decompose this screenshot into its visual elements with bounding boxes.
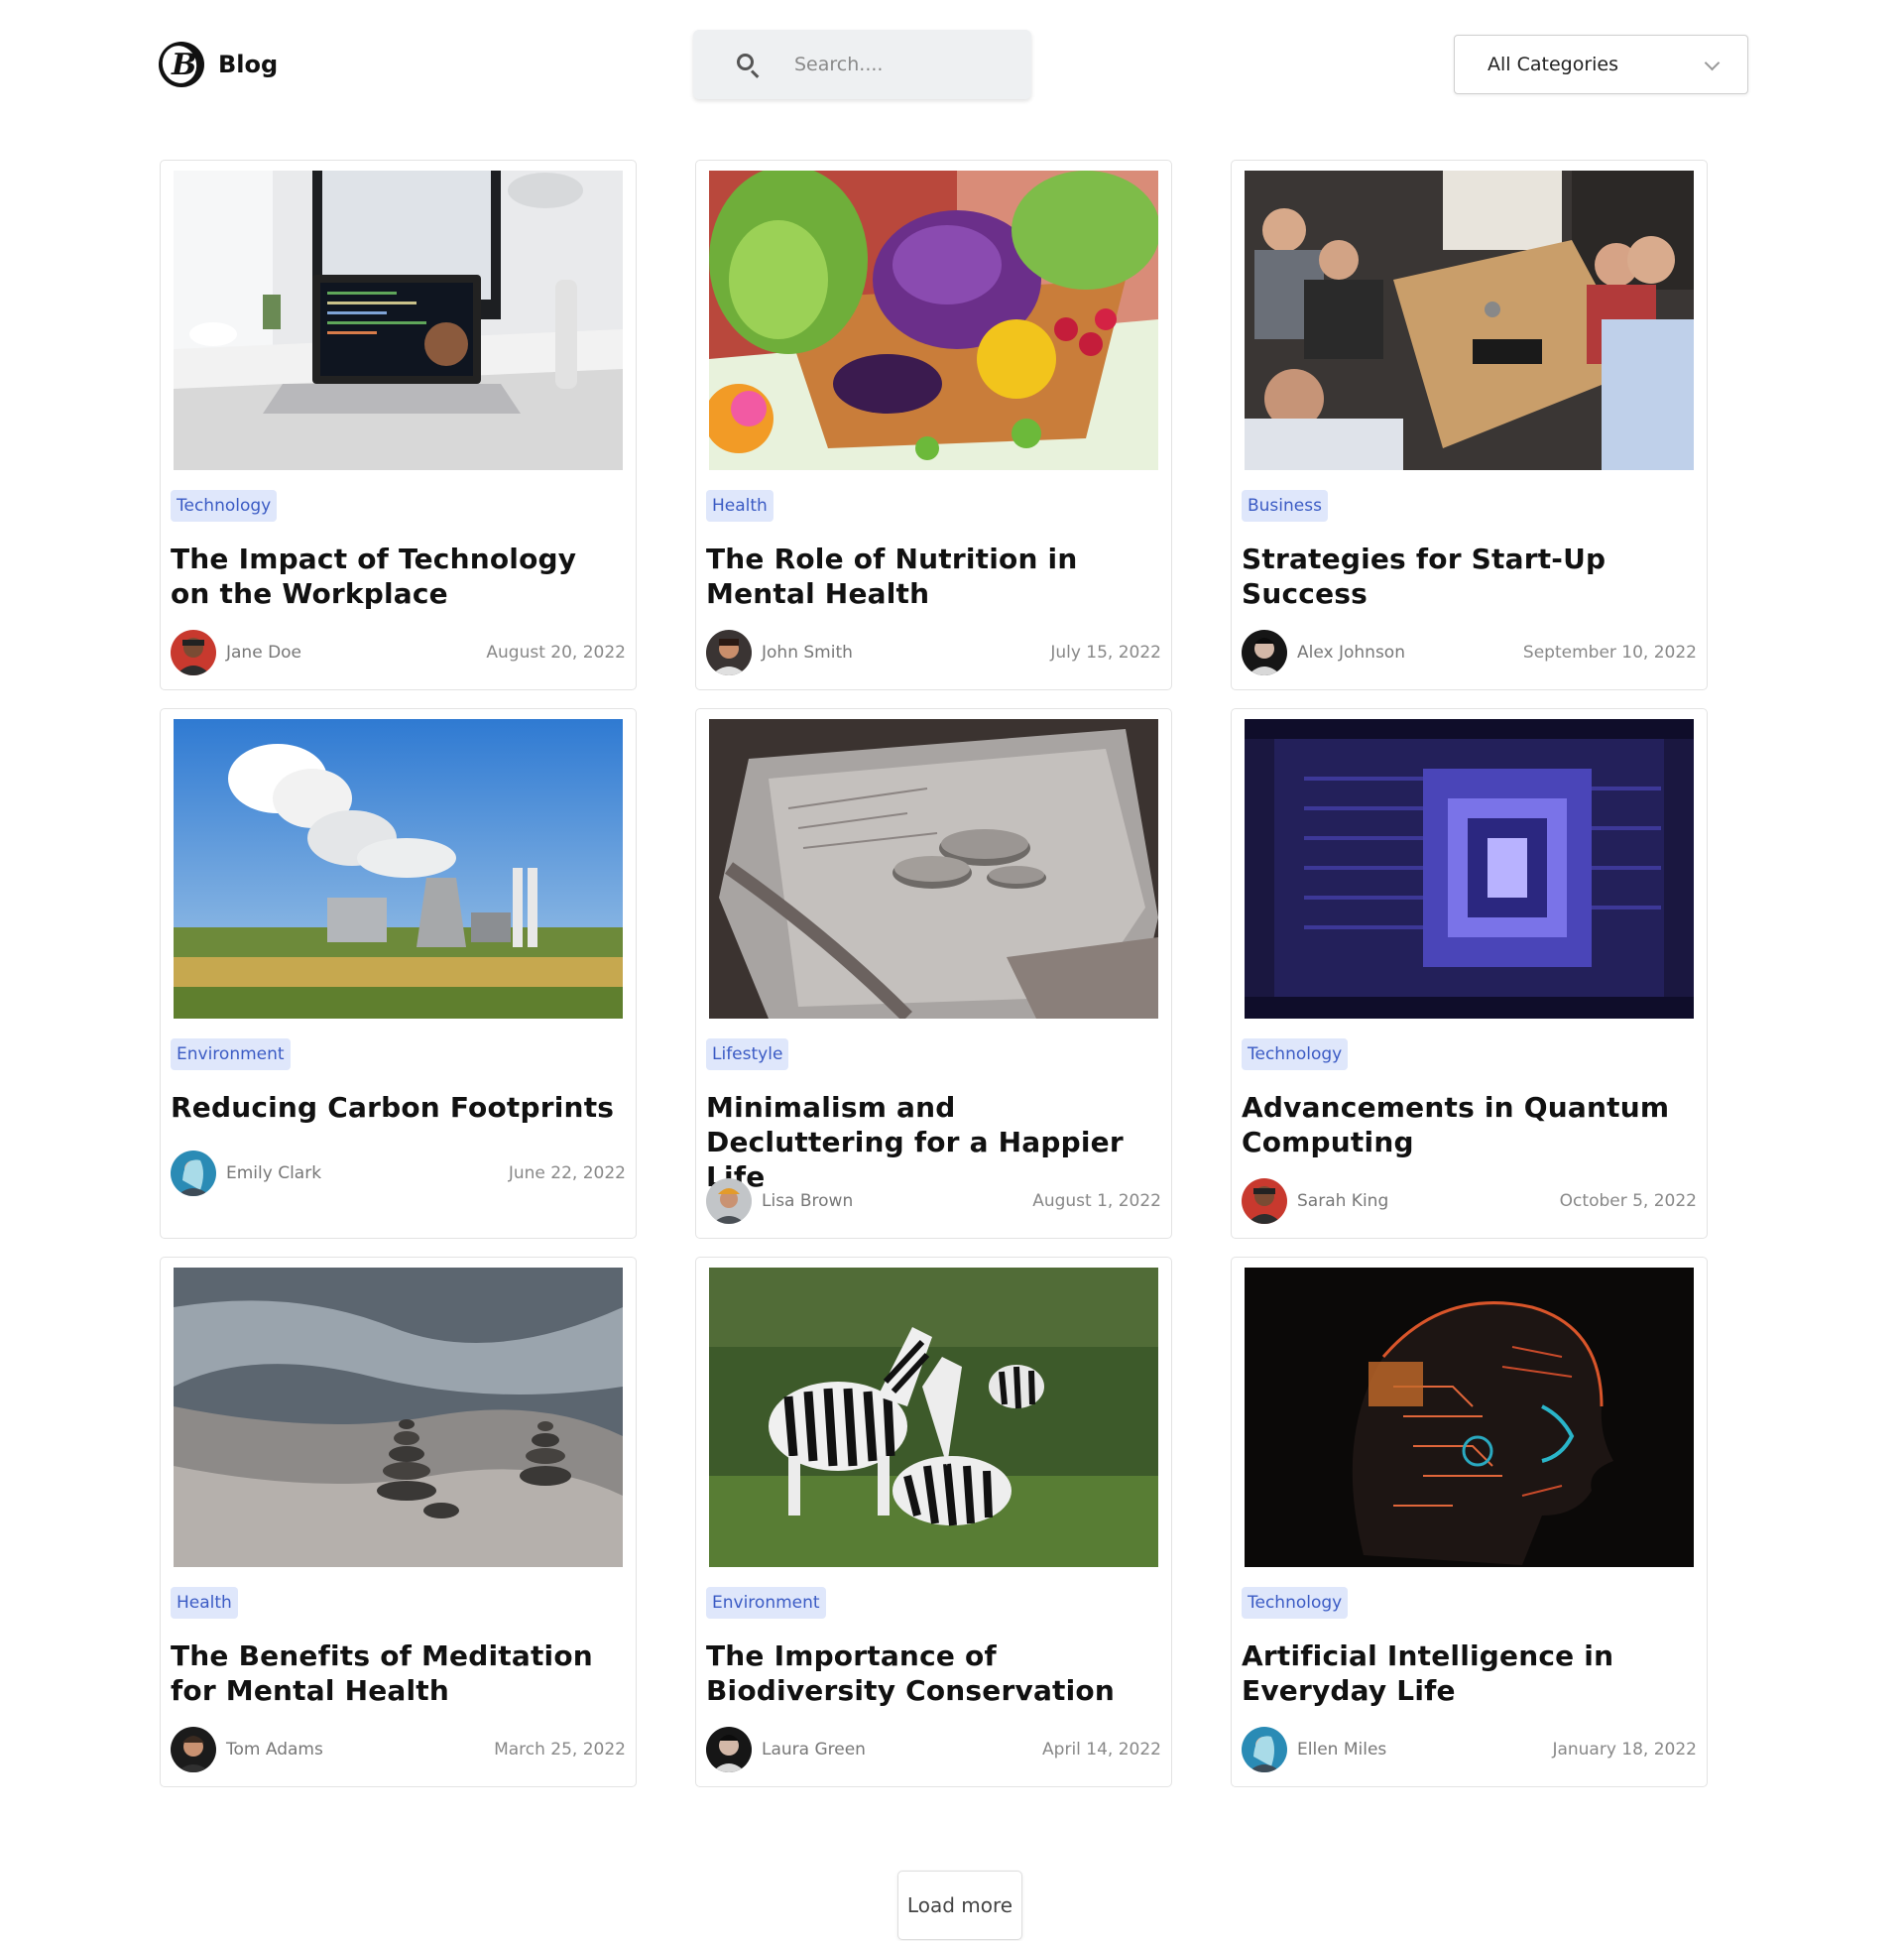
post-meta: Emily Clark June 22, 2022: [171, 1151, 626, 1196]
post-card[interactable]: Lifestyle Minimalism and Decluttering fo…: [695, 708, 1172, 1239]
author-name: Laura Green: [762, 1740, 866, 1759]
post-card[interactable]: Environment Reducing Carbon Footprints E…: [160, 708, 637, 1239]
author-name: Emily Clark: [226, 1163, 322, 1183]
laptop-desk-photo[interactable]: [174, 171, 623, 470]
avatar: [1242, 630, 1287, 675]
category-select-value: All Categories: [1488, 54, 1619, 75]
category-badge[interactable]: Lifestyle: [706, 1038, 789, 1070]
post-title[interactable]: The Importance of Biodiversity Conservat…: [706, 1638, 1161, 1708]
post-card[interactable]: Environment The Importance of Biodiversi…: [695, 1257, 1172, 1787]
power-plant-photo[interactable]: [174, 719, 623, 1019]
ai-head-circuit-photo[interactable]: [1245, 1268, 1694, 1567]
post-title[interactable]: The Role of Nutrition in Mental Health: [706, 542, 1161, 611]
author-name: Lisa Brown: [762, 1191, 854, 1211]
post-meta: Jane Doe August 20, 2022: [171, 630, 626, 675]
avatar: [171, 1727, 216, 1772]
avatar: [1242, 1727, 1287, 1772]
category-select[interactable]: All Categories: [1454, 35, 1748, 94]
post-title[interactable]: Advancements in Quantum Computing: [1242, 1090, 1697, 1159]
post-meta: Alex Johnson September 10, 2022: [1242, 630, 1697, 675]
category-badge[interactable]: Technology: [1242, 1587, 1349, 1619]
post-title[interactable]: Artificial Intelligence in Everyday Life: [1242, 1638, 1697, 1708]
post-date: July 15, 2022: [1050, 643, 1161, 663]
post-title[interactable]: Strategies for Start-Up Success: [1242, 542, 1697, 611]
header: B Blog All Categories: [0, 0, 1904, 129]
quantum-chip-photo[interactable]: [1245, 719, 1694, 1019]
author-name: Ellen Miles: [1297, 1740, 1387, 1759]
vegetable-basket-photo[interactable]: [709, 171, 1158, 470]
post-card[interactable]: Health The Benefits of Meditation for Me…: [160, 1257, 637, 1787]
post-grid: Technology The Impact of Technology on t…: [160, 160, 1708, 1787]
post-card[interactable]: Health The Role of Nutrition in Mental H…: [695, 160, 1172, 690]
category-badge[interactable]: Health: [706, 490, 774, 522]
post-date: August 20, 2022: [486, 643, 626, 663]
post-date: March 25, 2022: [494, 1740, 626, 1759]
author-name: John Smith: [762, 643, 853, 663]
team-meeting-photo[interactable]: [1245, 171, 1694, 470]
category-badge[interactable]: Technology: [171, 490, 278, 522]
post-meta: Ellen Miles January 18, 2022: [1242, 1727, 1697, 1772]
zebras-photo[interactable]: [709, 1268, 1158, 1567]
author-name: Tom Adams: [226, 1740, 323, 1759]
post-date: April 14, 2022: [1042, 1740, 1161, 1759]
post-date: January 18, 2022: [1552, 1740, 1697, 1759]
post-meta: Sarah King October 5, 2022: [1242, 1178, 1697, 1224]
avatar: [171, 630, 216, 675]
logo[interactable]: B Blog: [159, 42, 278, 87]
category-badge[interactable]: Health: [171, 1587, 238, 1619]
category-badge[interactable]: Technology: [1242, 1038, 1349, 1070]
search-input[interactable]: [794, 54, 1012, 75]
logo-icon: B: [159, 42, 204, 87]
post-card[interactable]: Technology The Impact of Technology on t…: [160, 160, 637, 690]
avatar: [706, 1178, 752, 1224]
search-icon: [729, 50, 778, 79]
category-badge[interactable]: Environment: [171, 1038, 291, 1070]
post-date: September 10, 2022: [1522, 643, 1697, 663]
category-badge[interactable]: Environment: [706, 1587, 826, 1619]
post-date: June 22, 2022: [508, 1163, 626, 1183]
post-meta: Tom Adams March 25, 2022: [171, 1727, 626, 1772]
logo-text: Blog: [218, 51, 279, 78]
stacked-stones-photo[interactable]: [174, 1268, 623, 1567]
post-card[interactable]: Business Strategies for Start-Up Success…: [1231, 160, 1708, 690]
logo-letter: B: [172, 48, 197, 82]
coins-on-paper-photo[interactable]: [709, 719, 1158, 1019]
author-name: Jane Doe: [226, 643, 302, 663]
category-badge[interactable]: Business: [1242, 490, 1328, 522]
author-name: Alex Johnson: [1297, 643, 1405, 663]
avatar: [706, 630, 752, 675]
avatar: [1242, 1178, 1287, 1224]
avatar: [706, 1727, 752, 1772]
post-title[interactable]: Reducing Carbon Footprints: [171, 1090, 626, 1125]
post-meta: John Smith July 15, 2022: [706, 630, 1161, 675]
avatar: [171, 1151, 216, 1196]
post-date: October 5, 2022: [1559, 1191, 1697, 1211]
post-meta: Laura Green April 14, 2022: [706, 1727, 1161, 1772]
post-card[interactable]: Technology Artificial Intelligence in Ev…: [1231, 1257, 1708, 1787]
post-card[interactable]: Technology Advancements in Quantum Compu…: [1231, 708, 1708, 1239]
load-more-button[interactable]: Load more: [897, 1871, 1022, 1940]
post-meta: Lisa Brown August 1, 2022: [706, 1178, 1161, 1224]
post-title[interactable]: The Impact of Technology on the Workplac…: [171, 542, 626, 611]
author-name: Sarah King: [1297, 1191, 1389, 1211]
post-date: August 1, 2022: [1032, 1191, 1161, 1211]
search-box[interactable]: [693, 30, 1031, 99]
post-title[interactable]: The Benefits of Meditation for Mental He…: [171, 1638, 626, 1708]
chevron-down-icon: [1704, 55, 1721, 71]
